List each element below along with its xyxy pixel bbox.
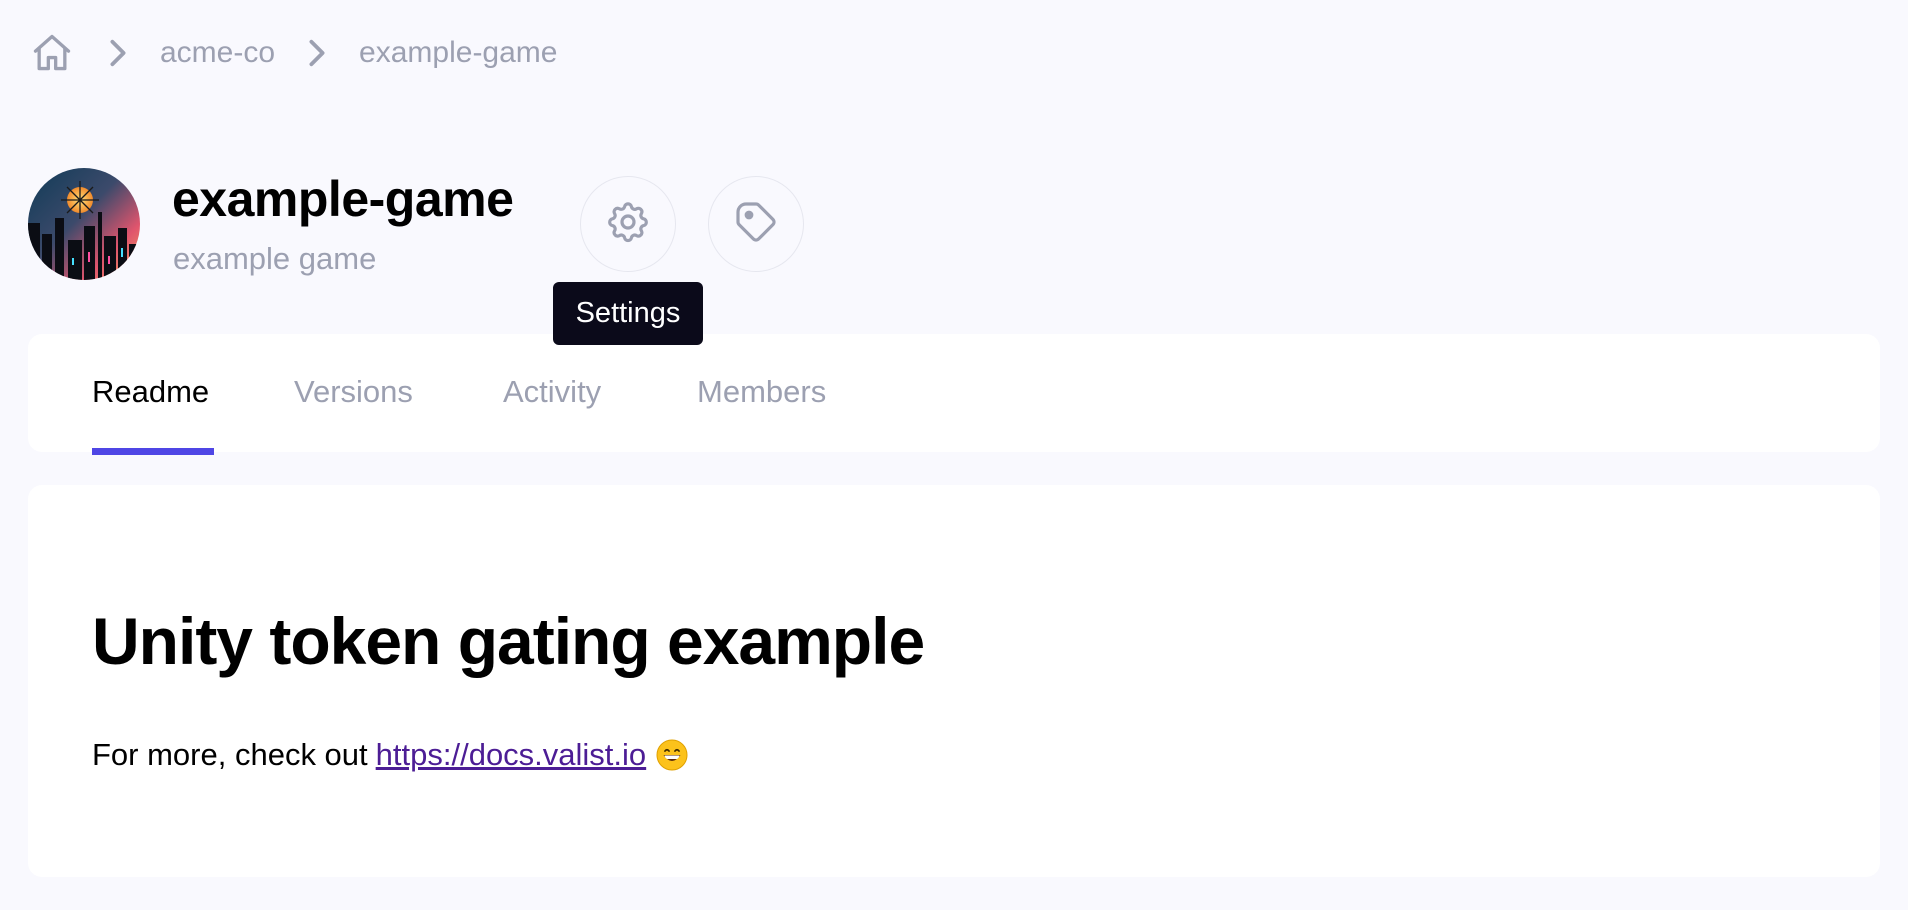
docs-link[interactable]: https://docs.valist.io — [376, 737, 647, 773]
active-tab-indicator — [92, 448, 214, 455]
tag-button[interactable] — [708, 176, 804, 272]
breadcrumb-project-link[interactable]: example-game — [359, 36, 557, 70]
project-title: example-game — [172, 171, 514, 227]
readme-paragraph: For more, check out https://docs.valist.… — [92, 737, 688, 773]
breadcrumb-org-link[interactable]: acme-co — [160, 36, 275, 70]
breadcrumb: acme-co example-game — [28, 26, 557, 80]
gear-icon — [604, 198, 652, 251]
project-subtitle: example game — [173, 241, 377, 276]
chevron-right-icon — [295, 29, 339, 77]
tab-members[interactable]: Members — [697, 374, 826, 452]
settings-button[interactable] — [580, 176, 676, 272]
readme-panel: Unity token gating example For more, che… — [28, 485, 1880, 877]
chevron-right-icon — [96, 29, 140, 77]
grinning-face-icon — [656, 739, 688, 771]
readme-text-prefix: For more, check out — [92, 737, 368, 772]
avatar — [28, 168, 140, 280]
tab-activity[interactable]: Activity — [503, 374, 601, 452]
home-icon[interactable] — [28, 29, 76, 77]
settings-tooltip: Settings — [553, 282, 703, 345]
tab-bar: Readme Versions Activity Members — [28, 334, 1880, 455]
tab-readme[interactable]: Readme — [92, 374, 209, 452]
tab-versions[interactable]: Versions — [294, 374, 413, 452]
tag-icon — [732, 198, 780, 251]
readme-heading: Unity token gating example — [92, 604, 925, 678]
